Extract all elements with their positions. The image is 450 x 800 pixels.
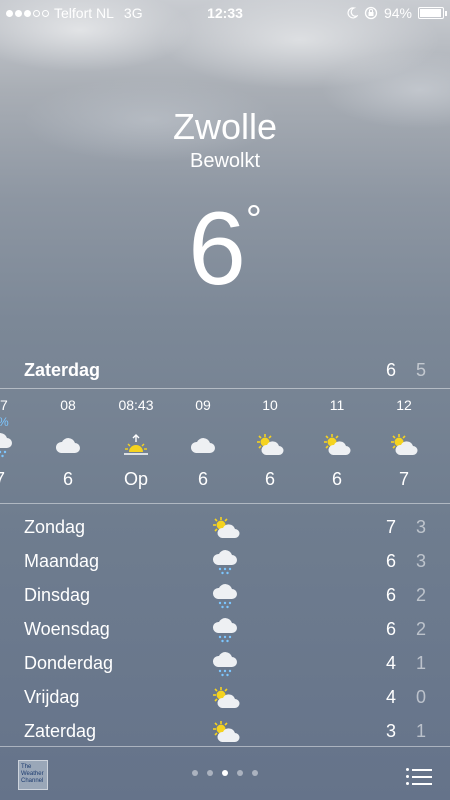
- hour-time: 10: [262, 397, 278, 413]
- rain-cloud-icon: [210, 618, 240, 649]
- forecast-low: 1: [415, 652, 426, 673]
- hour-time: 09: [195, 397, 211, 413]
- hourly-item: 11 6: [307, 395, 367, 490]
- rain-cloud-icon: [0, 429, 30, 463]
- forecast-low: 2: [415, 618, 426, 639]
- status-time: 12:33: [207, 5, 243, 21]
- divider: [0, 503, 450, 504]
- precip-chance: [173, 415, 233, 429]
- hourly-item: 08 6: [38, 395, 98, 490]
- precip-chance: [38, 415, 98, 429]
- daily-forecast-row: Dinsdag 6 2: [24, 578, 426, 612]
- page-dot[interactable]: [252, 770, 258, 776]
- forecast-high: 3: [385, 720, 396, 741]
- daily-forecast[interactable]: Zondag 7 3 Maandag 6 3 Dinsdag 6 2 Woensdag 6 2 Dond…: [24, 510, 426, 748]
- forecast-day: Vrijdag: [24, 686, 80, 707]
- partly-sunny-icon: [210, 516, 242, 547]
- precip-chance: [240, 415, 300, 429]
- forecast-high: 6: [385, 584, 396, 605]
- precip-chance: 0%: [0, 415, 30, 429]
- daily-forecast-row: Zondag 7 3: [24, 510, 426, 544]
- forecast-high: 6: [385, 550, 396, 571]
- hour-time: 07: [0, 397, 8, 413]
- hourly-item: 09 6: [173, 395, 233, 490]
- footer-toolbar: The Weather Channel: [0, 758, 450, 800]
- forecast-low: 0: [415, 686, 426, 707]
- partly-sunny-icon: [210, 686, 242, 717]
- current-temperature: 6°: [188, 191, 262, 307]
- hour-time: 11: [329, 397, 345, 413]
- daily-forecast-row: Zaterdag 3 1: [24, 714, 426, 748]
- forecast-day: Maandag: [24, 550, 100, 571]
- page-dot[interactable]: [192, 770, 198, 776]
- hourly-forecast[interactable]: 07 0% 7 08 6 08:43 Op 09 6 10 6 11 6 12 7: [0, 395, 450, 499]
- daily-forecast-row: Maandag 6 3: [24, 544, 426, 578]
- hour-temperature: Op: [123, 469, 148, 489]
- forecast-day: Woensdag: [24, 618, 110, 639]
- forecast-day: Zaterdag: [24, 720, 97, 741]
- forecast-high: 6: [385, 618, 396, 639]
- precip-chance: [106, 415, 166, 429]
- hour-temperature: 6: [331, 469, 342, 489]
- hour-temperature: 7: [398, 469, 409, 489]
- rain-cloud-icon: [210, 584, 240, 615]
- hour-temperature: 6: [264, 469, 275, 489]
- hour-time: 12: [396, 397, 412, 413]
- forecast-low: 3: [415, 516, 426, 537]
- daily-forecast-row: Woensdag 6 2: [24, 612, 426, 646]
- today-day: Zaterdag: [24, 360, 101, 380]
- status-bar: Telfort NL 3G 12:33 94%: [0, 0, 450, 26]
- divider: [0, 746, 450, 747]
- forecast-high: 4: [385, 652, 396, 673]
- hour-temperature: 6: [197, 469, 208, 489]
- forecast-day: Zondag: [24, 516, 86, 537]
- partly-sunny-icon: [240, 429, 300, 463]
- rain-cloud-icon: [210, 550, 240, 581]
- weather-condition: Bewolkt: [189, 150, 261, 172]
- location-name: Zwolle: [172, 106, 278, 147]
- today-low: 5: [415, 360, 426, 380]
- forecast-high: 7: [385, 516, 396, 537]
- forecast-day: Donderdag: [24, 652, 114, 673]
- sunrise-icon: [106, 429, 166, 463]
- forecast-low: 1: [415, 720, 426, 741]
- page-dot[interactable]: [207, 770, 213, 776]
- forecast-low: 2: [415, 584, 426, 605]
- precip-chance: [374, 415, 434, 429]
- precip-chance: [307, 415, 367, 429]
- hour-time: 08: [60, 397, 76, 413]
- hourly-item: 12 7: [374, 395, 434, 490]
- hour-time: 08:43: [118, 397, 154, 413]
- divider: [0, 388, 450, 389]
- today-summary: Zaterdag 6 5: [24, 360, 426, 381]
- cloud-icon: [38, 429, 98, 463]
- rain-cloud-icon: [210, 652, 240, 683]
- page-indicator[interactable]: [0, 770, 450, 776]
- hour-temperature: 6: [62, 469, 73, 489]
- daily-forecast-row: Donderdag 4 1: [24, 646, 426, 680]
- partly-sunny-icon: [307, 429, 367, 463]
- hourly-item: 10 6: [240, 395, 300, 490]
- forecast-high: 4: [385, 686, 396, 707]
- hourly-item: 07 0% 7: [0, 395, 30, 490]
- page-dot[interactable]: [237, 770, 243, 776]
- daily-forecast-row: Vrijdag 4 0: [24, 680, 426, 714]
- hourly-item: 08:43 Op: [106, 395, 166, 490]
- forecast-day: Dinsdag: [24, 584, 91, 605]
- page-dot[interactable]: [222, 770, 228, 776]
- cloud-icon: [173, 429, 233, 463]
- today-high: 6: [385, 360, 396, 380]
- forecast-low: 3: [415, 550, 426, 571]
- city-list-icon[interactable]: [406, 764, 432, 785]
- partly-sunny-icon: [374, 429, 434, 463]
- battery-icon: [418, 7, 447, 19]
- hour-temperature: 7: [0, 469, 30, 490]
